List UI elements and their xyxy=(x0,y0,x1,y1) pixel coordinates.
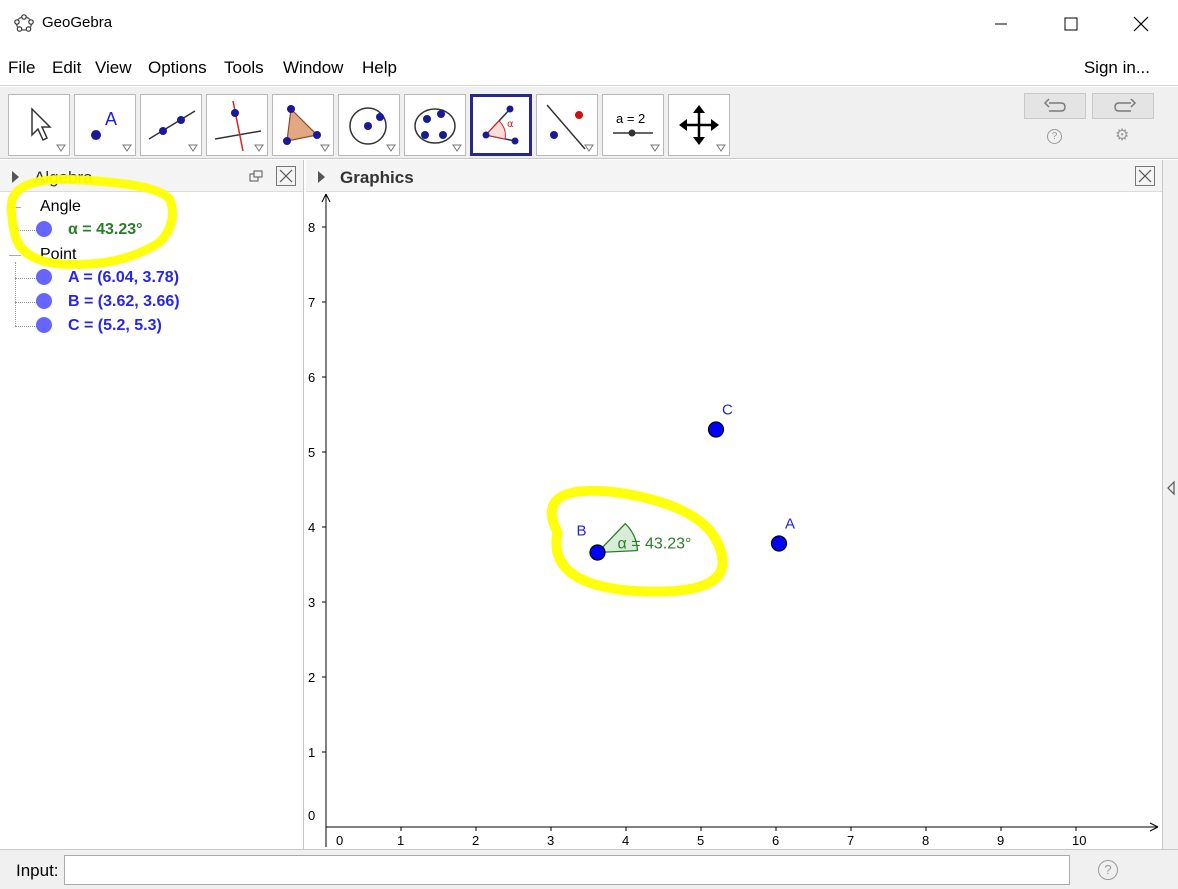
y-tick-label: 4 xyxy=(308,520,315,535)
input-bar: Input: ? xyxy=(0,849,1178,889)
y-tick-label: 1 xyxy=(308,745,315,760)
x-tick-label: 4 xyxy=(622,833,629,848)
x-tick-label: 10 xyxy=(1072,833,1086,848)
menu-view[interactable]: View xyxy=(95,58,132,78)
polygon-tool-button[interactable] xyxy=(272,94,334,156)
point-A[interactable] xyxy=(770,535,788,552)
undo-icon xyxy=(1043,98,1066,112)
x-tick-label: 8 xyxy=(922,833,929,848)
sign-in-link[interactable]: Sign in... xyxy=(1084,58,1150,78)
menu-help[interactable]: Help xyxy=(362,58,397,78)
angle-tool-button[interactable]: α xyxy=(470,94,532,156)
close-icon xyxy=(1133,16,1149,32)
perpendicular-line-tool-button[interactable] xyxy=(206,94,268,156)
conic-tool-icon xyxy=(414,108,462,152)
slider-tool-icon: a = 2 xyxy=(613,111,660,152)
x-tick-label: 6 xyxy=(772,833,779,848)
circle-tool-button[interactable] xyxy=(338,94,400,156)
y-tick-label: 0 xyxy=(308,808,315,823)
x-tick-label: 5 xyxy=(697,833,704,848)
redo-icon xyxy=(1114,98,1137,112)
angle-tool-icon: α xyxy=(482,105,519,145)
maximize-icon xyxy=(1064,17,1078,31)
y-tick-label: 3 xyxy=(308,595,315,610)
graphics-view[interactable]: Graphics 0 1 2 3 4 5 6 7 8 9 10 0 1 2 3 4 5 6 7 8 α = 43.23°… xyxy=(306,160,1162,849)
expand-sidebar-icon[interactable] xyxy=(1166,480,1176,496)
undo-button[interactable] xyxy=(1024,93,1086,119)
reflect-tool-button[interactable] xyxy=(536,94,598,156)
x-tick-label: 9 xyxy=(997,833,1004,848)
y-tick-label: 2 xyxy=(308,670,315,685)
graphics-header: Graphics xyxy=(306,160,1162,192)
menu-window[interactable]: Window xyxy=(283,58,343,78)
minimize-icon xyxy=(995,23,1007,25)
window-title: GeoGebra xyxy=(42,14,113,31)
close-graphics-button[interactable] xyxy=(1135,166,1155,186)
toolbar: A α a = 2 ? ⚙ xyxy=(0,87,1178,159)
move-tool-icon xyxy=(31,107,66,152)
slider-tool-button[interactable]: a = 2 xyxy=(602,94,664,156)
move-tool-button[interactable] xyxy=(8,94,70,156)
x-tick-label: 1 xyxy=(397,833,404,848)
conic-tool-button[interactable] xyxy=(404,94,466,156)
svg-text:a = 2: a = 2 xyxy=(616,111,645,126)
close-icon xyxy=(1138,169,1152,183)
x-tick-label: 0 xyxy=(336,833,343,848)
svg-text:A: A xyxy=(105,109,117,129)
x-tick-label: 2 xyxy=(472,833,479,848)
highlight-annotation xyxy=(6,174,177,269)
settings-gear-icon[interactable]: ⚙ xyxy=(1115,125,1129,145)
point-label-C: C xyxy=(722,402,733,419)
angle-alpha-label[interactable]: α = 43.23° xyxy=(618,536,692,553)
point-label-B: B xyxy=(577,523,587,540)
move-graphics-view-tool-icon xyxy=(679,105,726,152)
perpendicular-line-tool-icon xyxy=(214,100,264,152)
redo-button[interactable] xyxy=(1092,93,1154,119)
tree-connector xyxy=(15,302,37,303)
maximize-button[interactable] xyxy=(1048,0,1094,48)
y-tick-label: 6 xyxy=(308,370,315,385)
svg-text:α: α xyxy=(507,119,514,130)
input-label: Input: xyxy=(16,861,59,880)
point-C[interactable] xyxy=(707,421,725,438)
algebra-item-C[interactable]: C = (5.2, 5.3) xyxy=(68,317,162,335)
point-tool-icon: A xyxy=(91,109,132,152)
minimize-button[interactable] xyxy=(978,0,1024,48)
point-label-A: A xyxy=(785,516,795,533)
menu-tools[interactable]: Tools xyxy=(224,58,264,78)
graphics-title: Graphics xyxy=(340,168,414,187)
menu-options[interactable]: Options xyxy=(148,58,207,78)
input-field[interactable] xyxy=(64,855,1070,885)
graphics-canvas[interactable]: 0 1 2 3 4 5 6 7 8 9 10 0 1 2 3 4 5 6 7 8 α = 43.23° A B C xyxy=(306,192,1162,849)
point-B[interactable] xyxy=(589,544,606,561)
tree-connector xyxy=(15,326,37,327)
collapse-triangle-icon[interactable] xyxy=(318,171,325,183)
x-tick-label: 3 xyxy=(547,833,554,848)
algebra-view: Algebra Angle α = 43.23° Point A = (6.04… xyxy=(0,160,304,849)
title-bar: GeoGebra xyxy=(0,0,1178,48)
close-window-button[interactable] xyxy=(1118,0,1164,48)
point-tool-button[interactable]: A xyxy=(74,94,136,156)
visibility-toggle-C[interactable] xyxy=(36,317,52,333)
side-panel-strip xyxy=(1162,160,1178,849)
x-tick-label: 7 xyxy=(847,833,854,848)
y-tick-label: 8 xyxy=(308,220,315,235)
y-tick-label: 5 xyxy=(308,445,315,460)
menu-bar: File Edit View Options Tools Window Help… xyxy=(0,48,1178,86)
algebra-item-B[interactable]: B = (3.62, 3.66) xyxy=(68,293,180,311)
move-graphics-view-tool-button[interactable] xyxy=(668,94,730,156)
polygon-tool-icon xyxy=(283,105,330,152)
y-tick-label: 7 xyxy=(308,295,315,310)
reflect-tool-icon xyxy=(546,104,594,152)
line-tool-button[interactable] xyxy=(140,94,202,156)
input-help-icon[interactable]: ? xyxy=(1098,860,1118,880)
visibility-toggle-B[interactable] xyxy=(36,293,52,309)
geogebra-logo-icon xyxy=(14,14,34,32)
toolbar-help-icon[interactable]: ? xyxy=(1047,129,1062,144)
line-tool-icon xyxy=(148,110,198,152)
menu-file[interactable]: File xyxy=(8,58,35,78)
circle-tool-icon xyxy=(349,107,396,152)
menu-edit[interactable]: Edit xyxy=(52,58,81,78)
